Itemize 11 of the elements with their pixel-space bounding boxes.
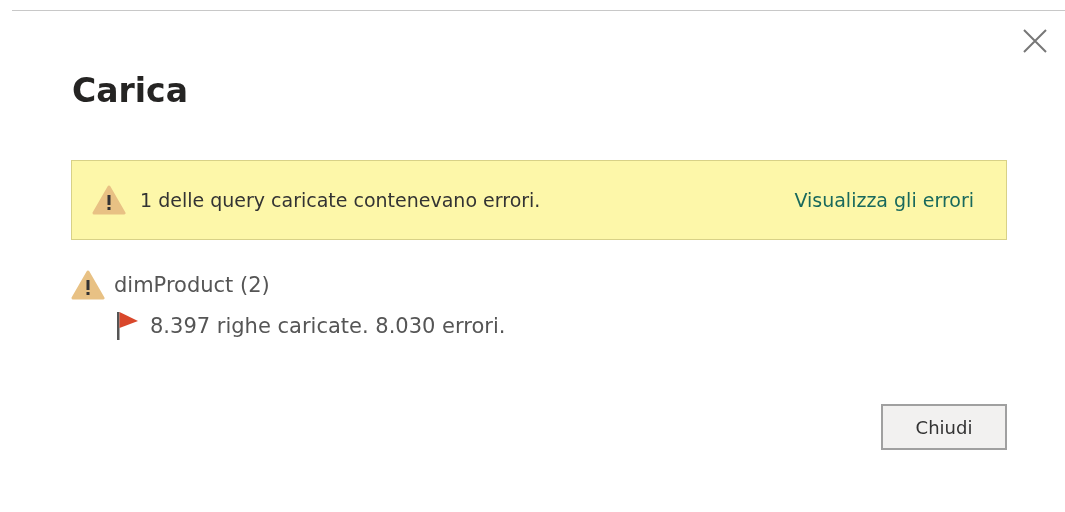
close-button[interactable] (1021, 27, 1049, 55)
flag-icon (116, 310, 140, 342)
close-dialog-button[interactable]: Chiudi (881, 404, 1007, 450)
dialog-title: Carica (72, 71, 189, 110)
load-summary: 8.397 righe caricate. 8.030 errori. (150, 314, 506, 338)
close-icon (1021, 27, 1049, 55)
query-name: dimProduct (2) (114, 273, 270, 297)
warning-icon (92, 185, 126, 215)
view-errors-link[interactable]: Visualizza gli errori (794, 189, 974, 211)
warning-icon (71, 270, 105, 300)
warning-message: 1 delle query caricate contenevano errori. (140, 189, 542, 211)
